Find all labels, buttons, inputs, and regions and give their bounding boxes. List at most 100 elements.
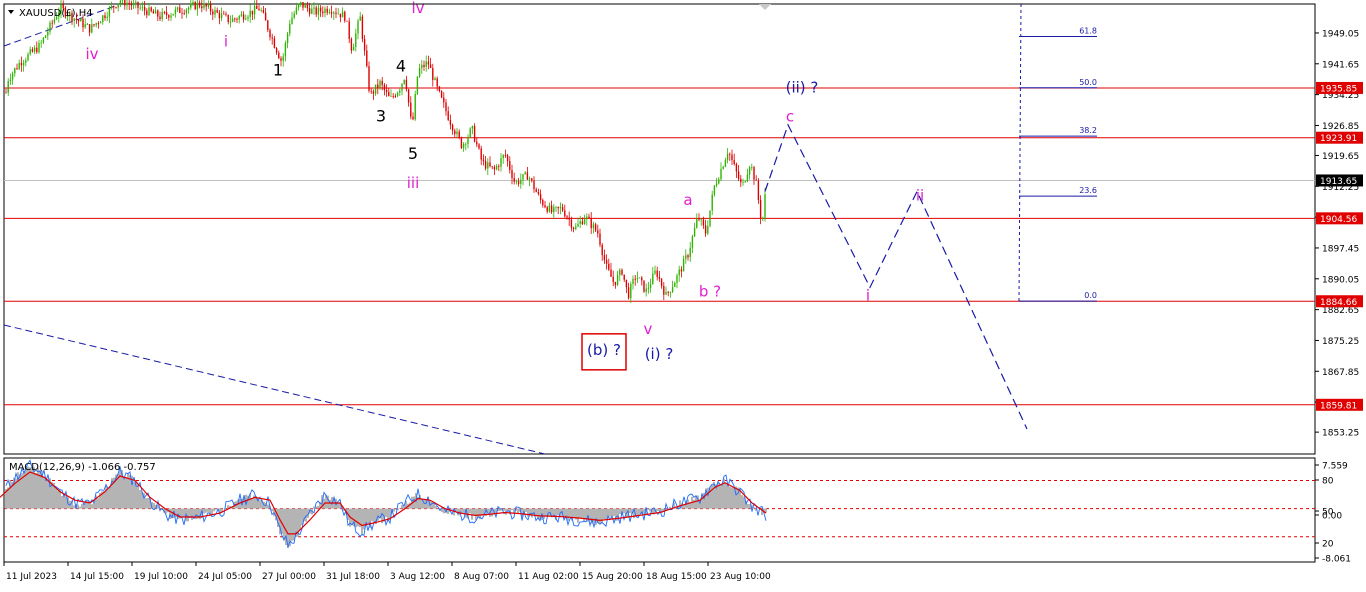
candle-body (762, 217, 764, 219)
candle-body (377, 84, 379, 88)
wave-label: iii (407, 174, 420, 192)
candle-body (401, 83, 403, 91)
candle-body (355, 33, 357, 47)
candle-body (561, 207, 564, 211)
candle-body (432, 68, 434, 81)
candle-body (438, 86, 441, 92)
candle-body (630, 283, 632, 299)
candle-body (693, 227, 696, 237)
candle-body (117, 3, 119, 8)
candle-body (465, 143, 467, 145)
chart: 61.8 50.0 38.2 23.6 0.0 iv i iv 1 4 3 5 iii a b ? c (ii… (0, 0, 1366, 588)
candle-body (110, 6, 113, 8)
candle-body (590, 218, 592, 229)
candle-body (425, 61, 427, 67)
candle-body (271, 37, 273, 39)
candle-body (209, 4, 212, 12)
candle-body (350, 39, 353, 51)
wave-label: 3 (376, 107, 386, 126)
candle-body (14, 68, 16, 74)
candle-body (660, 278, 663, 286)
candle-body (546, 207, 548, 212)
candle-body (143, 6, 146, 11)
candle-body (533, 180, 535, 190)
candle-body (47, 31, 49, 36)
candle-body (328, 12, 331, 13)
candle-body (374, 84, 377, 94)
candle-body (619, 269, 621, 276)
candle-body (526, 172, 529, 180)
candle-body (748, 167, 751, 175)
candle-body (469, 128, 471, 137)
candle-body (493, 167, 496, 170)
candle-body (737, 171, 740, 179)
time-tick-label: 23 Aug 10:00 (710, 572, 771, 582)
candle-body (511, 169, 513, 179)
candle-body (267, 20, 269, 31)
candle-body (396, 92, 399, 97)
candle-body (577, 223, 579, 227)
wave-label: 4 (396, 57, 406, 76)
candle-body (581, 221, 584, 225)
candle-body (614, 281, 617, 285)
candle-body (381, 80, 383, 85)
candle-body (260, 9, 262, 11)
candle-body (531, 178, 533, 181)
candle-body (443, 97, 445, 103)
candle-body (5, 92, 7, 94)
candle-body (346, 20, 348, 22)
candle-body (330, 12, 333, 14)
candle-body (300, 2, 302, 5)
wave-label: v (644, 320, 653, 338)
candle-body (104, 15, 106, 19)
candle-body (229, 21, 232, 23)
candle-body (460, 137, 463, 148)
candle-body (709, 210, 711, 227)
level-price-badge-label: 1859.81 (1320, 401, 1357, 411)
candle-body (649, 284, 652, 288)
candle-body (487, 162, 489, 169)
candle-body (658, 276, 661, 279)
candle-body (190, 3, 192, 8)
time-tick-label: 11 Aug 02:00 (518, 572, 579, 582)
wave-label: a (683, 191, 692, 209)
candle-body (564, 210, 566, 217)
candle-body (456, 131, 458, 135)
candle-body (168, 15, 170, 18)
candle-body (410, 102, 412, 117)
candle-body (553, 207, 555, 213)
candle-body (572, 227, 575, 230)
candle-body (286, 33, 289, 44)
candle-body (535, 189, 537, 193)
candle-body (33, 47, 36, 52)
candle-body (80, 18, 82, 22)
candle-body (183, 13, 185, 14)
candle-body (18, 62, 20, 69)
time-tick-label: 14 Jul 15:00 (70, 572, 124, 582)
candle-body (528, 178, 531, 180)
candle-body (621, 269, 623, 275)
candle-body (480, 148, 482, 160)
candle-body (319, 7, 322, 12)
current-price-badge-label: 1913.65 (1320, 177, 1357, 187)
candle-body (555, 206, 557, 208)
candle-body (128, 2, 130, 5)
candle-body (238, 16, 240, 20)
wave-label: b ? (699, 283, 721, 301)
candle-body (579, 221, 581, 224)
candle-body (258, 8, 260, 11)
time-tick-label: 15 Aug 20:00 (582, 572, 643, 582)
candle-body (674, 282, 676, 288)
candle-body (84, 24, 86, 28)
candle-body (256, 5, 258, 9)
candle-body (605, 260, 608, 264)
candle-body (212, 11, 214, 15)
candle-body (500, 158, 502, 167)
candle-body (278, 52, 280, 59)
candle-body (509, 160, 511, 170)
candle-body (179, 7, 181, 13)
candle-body (357, 20, 359, 34)
wave-label: (ii) ? (786, 78, 819, 96)
time-tick-label: 8 Aug 07:00 (454, 572, 509, 582)
candle-body (458, 131, 460, 138)
